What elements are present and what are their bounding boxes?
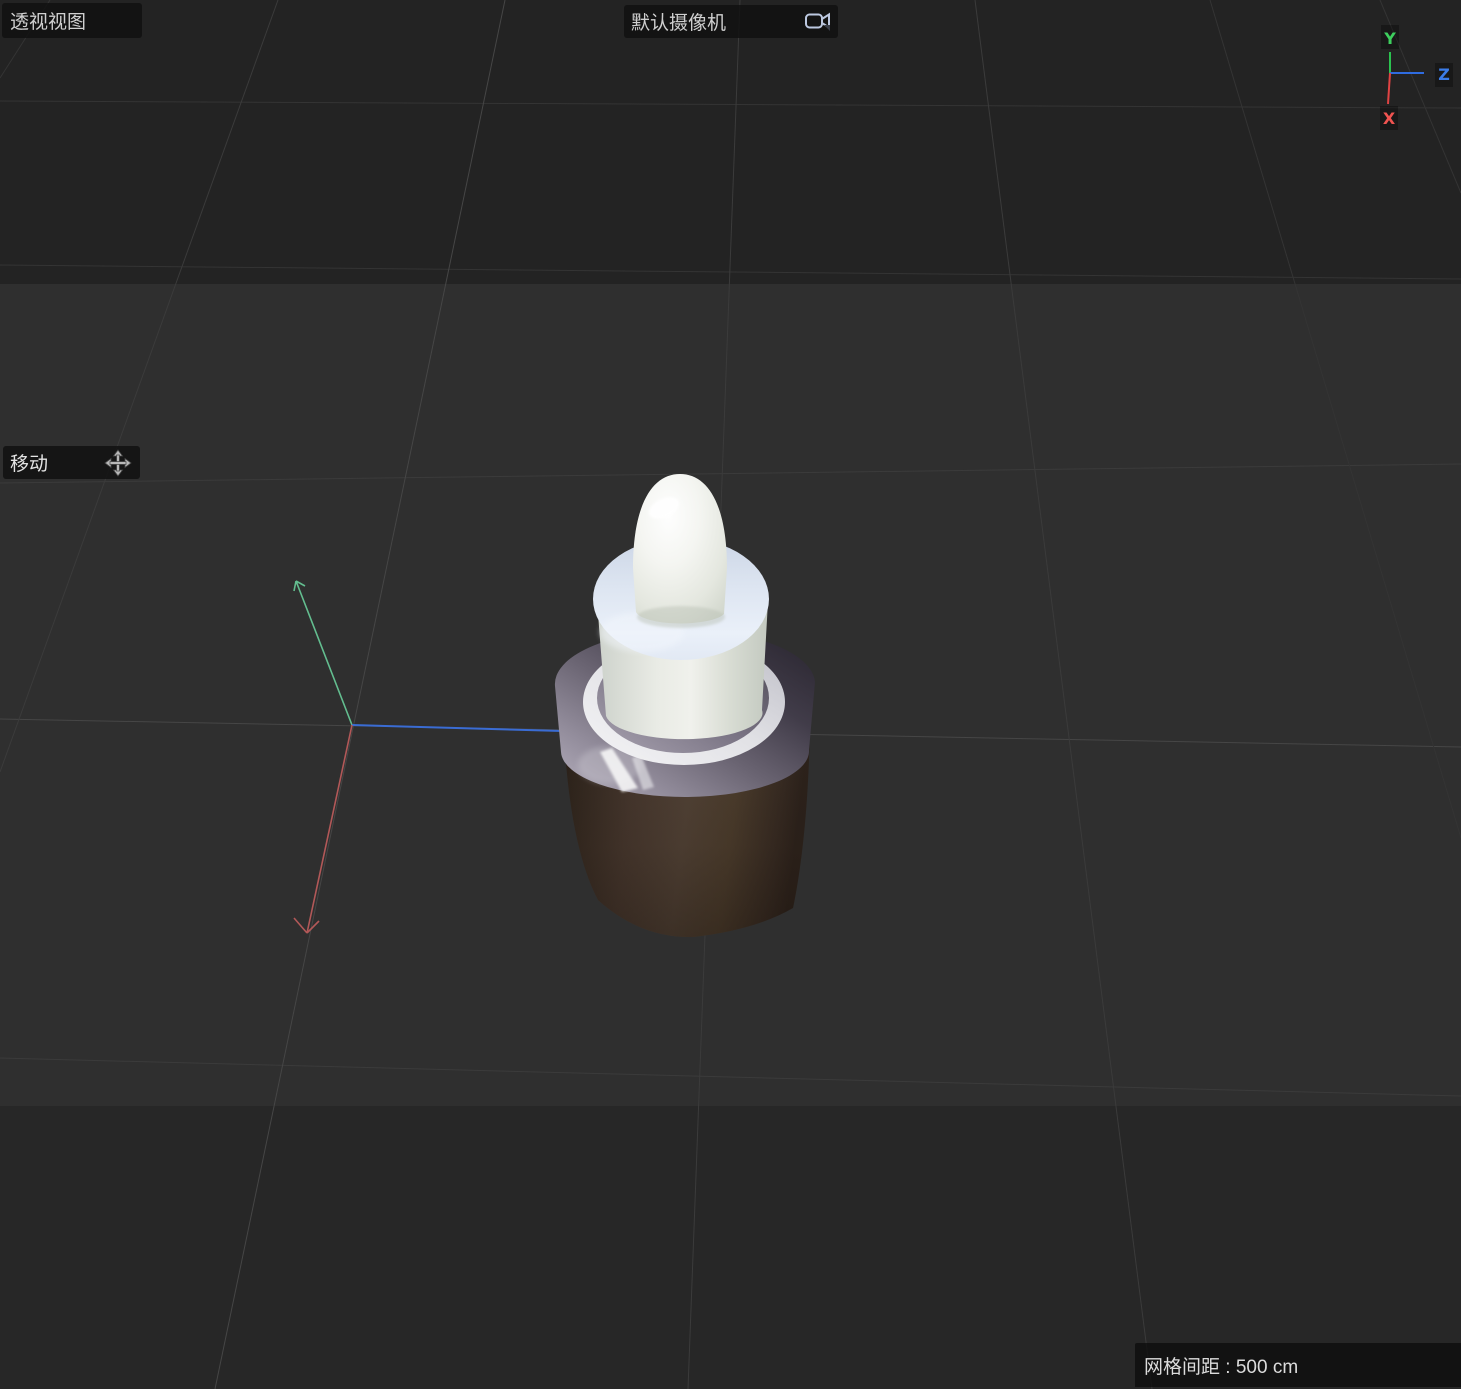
dropper-bulb[interactable] (633, 474, 727, 628)
gizmo-z-axis-arrow[interactable] (351, 724, 563, 732)
view-menu-button[interactable]: 透视视图 (2, 3, 142, 38)
camera-label-text: 默认摄像机 (631, 13, 727, 34)
gizmo-y-axis-arrow[interactable] (293, 580, 353, 726)
axis-x-line (1387, 72, 1391, 105)
axis-indicator: Y Z X (1380, 25, 1453, 130)
viewport-canvas[interactable]: 透视视图 默认摄像机 移动 网格间距: 500 cm Y Z X (0, 0, 1461, 1389)
axis-y-label: Y (1383, 29, 1396, 48)
grid-line (0, 463, 1461, 484)
move-gizmo[interactable] (293, 580, 563, 934)
scene-render (0, 0, 1461, 1389)
grid-line (0, 0, 279, 773)
move-tool-badge[interactable]: 移动 (3, 446, 140, 479)
camera-icon[interactable] (798, 10, 838, 33)
axis-x-label: X (1383, 109, 1396, 128)
bulb-base-shadow (637, 606, 725, 628)
grid-line (214, 0, 506, 1389)
move-tool-label: 移动 (10, 454, 49, 475)
view-label-text: 透视视图 (10, 12, 87, 33)
bulb-shape[interactable] (633, 474, 727, 624)
axis-z-label: Z (1438, 65, 1450, 84)
camera-menu-button[interactable]: 默认摄像机 (624, 5, 838, 38)
gizmo-x-axis-arrow[interactable] (293, 724, 353, 934)
grid-spacing-text: 网格间距 : 500 cm (1144, 1356, 1299, 1378)
grid-line (974, 0, 1153, 1389)
dropper-bottle[interactable] (540, 474, 830, 950)
grid-spacing-status: 网格间距 : 500 cm (1135, 1343, 1461, 1387)
move-icon (96, 448, 140, 477)
grid-line (0, 1057, 1461, 1097)
